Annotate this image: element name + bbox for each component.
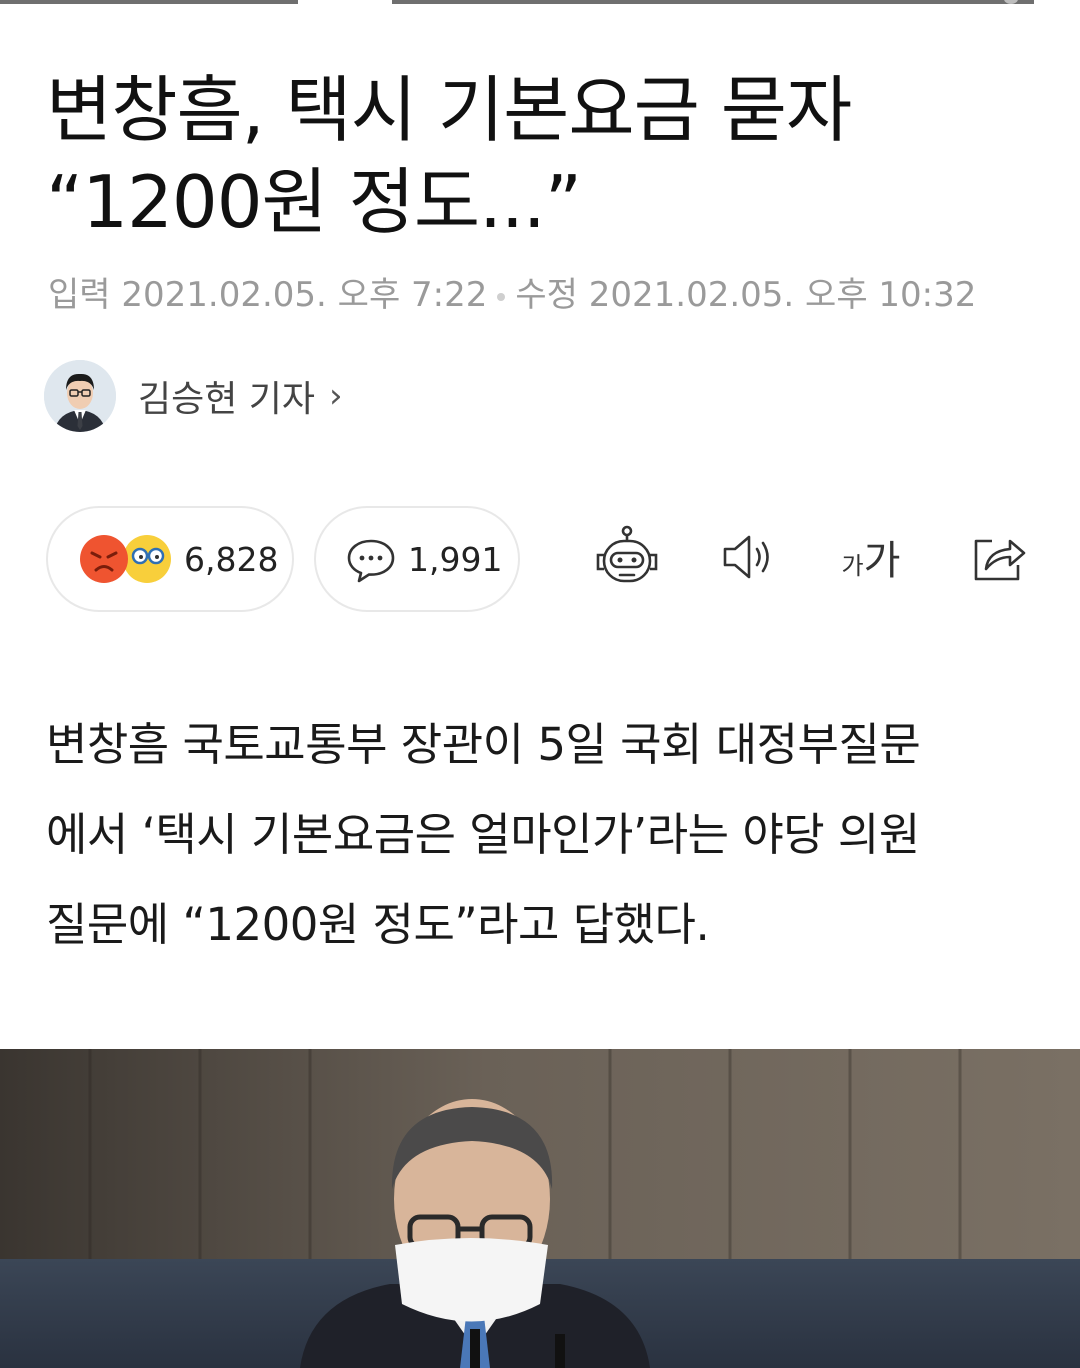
comment-count: 1,991 (408, 540, 503, 579)
comments-button[interactable]: 1,991 (314, 506, 520, 612)
article-line: 에서 ‘택시 기본요금은 얼마인가’라는 야당 의원 (46, 808, 920, 861)
headline-line-2: “1200원 정도...” (46, 160, 582, 244)
article-headline: 변창흠, 택시 기본요금 묻자 “1200원 정도...” (46, 64, 1036, 248)
font-size-small-label: 가 (841, 552, 864, 580)
article-meta: 입력 2021.02.05. 오후 7:22 수정 2021.02.05. 오후 … (48, 275, 976, 315)
summary-bot-button[interactable] (592, 522, 662, 592)
progress-segment (392, 0, 1034, 4)
edit-label: 수정 (515, 275, 578, 315)
author-name: 김승현 기자 (138, 379, 316, 420)
article-line: 질문에 “1200원 정도”라고 답했다. (46, 898, 710, 951)
input-time: 2021.02.05. 오후 7:22 (121, 275, 488, 315)
font-size-button[interactable]: 가가 (836, 522, 906, 592)
news-photo[interactable] (0, 1049, 1080, 1368)
article-body: 변창흠 국토교통부 장관이 5일 국회 대정부질문 에서 ‘택시 기본요금은 얼… (46, 700, 1046, 970)
headline-line-1: 변창흠, 택시 기본요금 묻자 (46, 68, 852, 152)
article-line: 변창흠 국토교통부 장관이 5일 국회 대정부질문 (46, 718, 921, 771)
font-size-large-label: 가 (863, 538, 901, 584)
speaker-icon (723, 535, 769, 579)
reaction-count: 6,828 (184, 540, 279, 579)
input-label: 입력 (48, 275, 111, 315)
author-link[interactable]: 김승현 기자 › (44, 360, 343, 432)
top-status-strip (0, 0, 1080, 10)
chevron-right-icon: › (329, 376, 343, 416)
share-button[interactable] (964, 522, 1034, 592)
edit-time: 2021.02.05. 오후 10:32 (588, 275, 977, 315)
speech-bubble-icon (347, 539, 395, 583)
text-to-speech-button[interactable] (714, 522, 784, 592)
share-icon (974, 539, 1026, 581)
glasses-emoji-icon (123, 535, 171, 583)
font-size-icon: 가가 (842, 528, 901, 586)
meta-separator (497, 292, 506, 301)
progress-segment (0, 0, 298, 4)
author-avatar (44, 360, 116, 432)
angry-emoji-icon (80, 535, 128, 583)
reaction-button[interactable]: 6,828 (46, 506, 294, 612)
robot-icon (596, 525, 658, 583)
